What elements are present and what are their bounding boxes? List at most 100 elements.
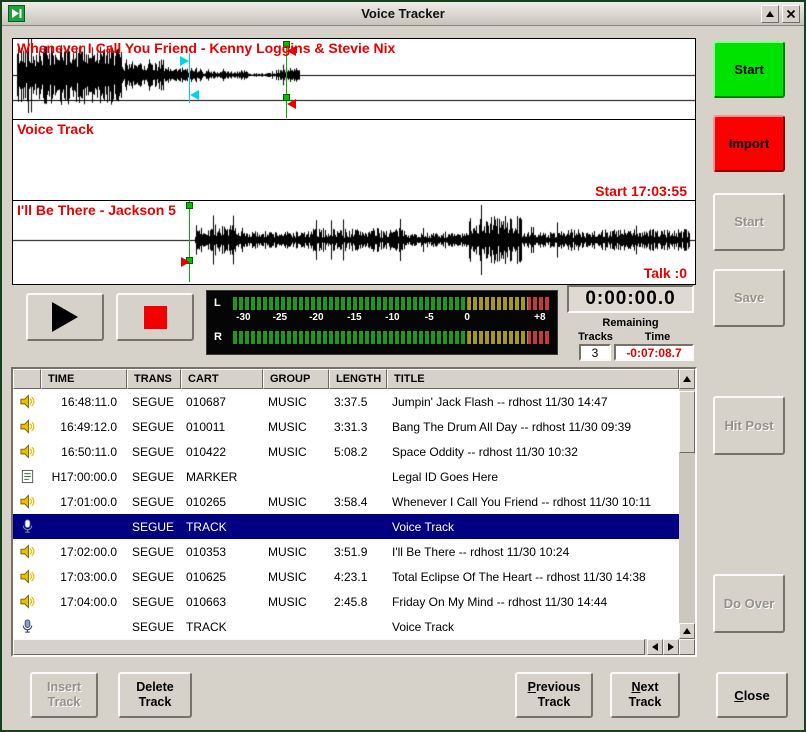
insert-track-button[interactable]: Insert Track [30,672,98,718]
fade-marker-handle-icon[interactable] [190,90,199,100]
table-row[interactable]: 17:02:00.0SEGUE010353MUSIC3:51.9I'll Be … [13,539,679,564]
column-header-cart[interactable]: CART [181,369,263,389]
meter-bar-left [233,297,550,310]
cell-time: 16:49:12.0 [41,420,127,434]
stop-button[interactable] [116,293,194,341]
cell-trans: SEGUE [127,445,181,459]
table-row[interactable]: SEGUETRACKVoice Track [13,614,679,639]
cell-group: MUSIC [263,395,329,409]
scroll-up-button[interactable] [679,369,695,389]
cell-group: MUSIC [263,445,329,459]
horizontal-scroll-thumb[interactable] [13,639,645,655]
start-disabled-button[interactable]: Start [713,193,785,251]
do-over-button[interactable]: Do Over [713,574,785,633]
remaining-time-label: Time [630,331,685,343]
scroll-up-icon [683,628,691,634]
waveform-panel-previous-cart[interactable]: Whenever I Call You Friend - Kenny Loggi… [13,39,695,120]
cell-length: 3:37.5 [329,395,387,409]
horizontal-scrollbar[interactable] [13,639,679,655]
scroll-up-button-bottom[interactable] [679,623,695,639]
meter-scale-label: -5 [425,312,434,323]
vertical-scrollbar[interactable] [679,369,695,655]
table-row[interactable]: SEGUETRACKVoice Track [13,514,679,539]
column-header-length[interactable]: LENGTH [329,369,387,389]
meter-scale-label: -15 [347,312,361,323]
log-event-table: TIME TRANS CART GROUP LENGTH TITLE 16:48… [11,367,697,657]
window-title: Voice Tracker [2,6,804,21]
end-marker-handle-icon[interactable] [287,99,296,109]
fade-marker-handle-icon[interactable] [180,56,189,66]
speaker-icon [13,394,41,409]
column-header-group[interactable]: GROUP [263,369,329,389]
cell-length: 3:58.4 [329,495,387,509]
speaker-icon [13,569,41,584]
cell-trans: SEGUE [127,570,181,584]
meter-scale-label: -30 [236,312,250,323]
previous-track-button[interactable]: Previous Track [515,672,593,718]
save-button[interactable]: Save [713,269,785,327]
talk-marker-handle-icon[interactable] [181,257,190,267]
cell-title: Total Eclipse Of The Heart -- rdhost 11/… [387,570,679,584]
vertical-scroll-thumb[interactable] [679,391,695,453]
table-row[interactable]: 16:49:12.0SEGUE010011MUSIC3:31.3Bang The… [13,414,679,439]
scroll-right-button[interactable] [663,639,679,655]
cell-cart: MARKER [181,470,263,484]
titlebar[interactable]: Voice Tracker [2,2,804,26]
cell-trans: SEGUE [127,520,181,534]
waveform-panel-next-cart[interactable]: I'll Be There - Jackson 5 Talk :0 [13,201,695,282]
waveform-panel-voice-track[interactable]: Voice Track Start 17:03:55 [13,120,695,201]
delete-track-button[interactable]: Delete Track [118,672,192,718]
import-button[interactable]: Import [713,115,785,172]
cell-length: 3:51.9 [329,545,387,559]
table-row[interactable]: 17:03:00.0SEGUE010625MUSIC4:23.1Total Ec… [13,564,679,589]
remaining-label: Remaining [567,317,694,329]
cell-group: MUSIC [263,545,329,559]
remaining-time-value: -0:07:08.7 [614,344,694,361]
voice-track-start-time: Start 17:03:55 [595,183,687,199]
table-row[interactable]: 17:01:00.0SEGUE010265MUSIC3:58.4Whenever… [13,489,679,514]
start-marker-handle[interactable] [186,202,193,209]
cell-trans: SEGUE [127,620,181,634]
start-record-button[interactable]: Start [713,41,785,98]
start-marker-line[interactable] [189,201,190,282]
cell-group: MUSIC [263,495,329,509]
cell-title: Space Oddity -- rdhost 11/30 10:32 [387,445,679,459]
cell-trans: SEGUE [127,470,181,484]
column-header-time[interactable]: TIME [41,369,127,389]
table-row[interactable]: 17:04:00.0SEGUE010663MUSIC2:45.8Friday O… [13,589,679,614]
cell-trans: SEGUE [127,495,181,509]
speaker-icon [13,419,41,434]
table-row[interactable]: H17:00:00.0SEGUEMARKERLegal ID Goes Here [13,464,679,489]
meter-scale: -30-25-20-15-10-50+8 [233,312,550,326]
microphone-icon [13,619,41,634]
column-header-trans[interactable]: TRANS [127,369,181,389]
cell-cart: 010011 [181,420,263,434]
track-title-previous: Whenever I Call You Friend - Kenny Loggi… [17,40,395,56]
remaining-tracks-label: Tracks [568,331,623,343]
speaker-icon [13,494,41,509]
window-close-button[interactable] [782,5,800,23]
cell-title: Voice Track [387,520,679,534]
cell-cart: 010422 [181,445,263,459]
column-header-title[interactable]: TITLE [387,369,679,389]
scrollbar-corner [679,639,695,655]
stop-icon [144,306,167,329]
column-header-icon[interactable] [13,369,41,389]
hit-post-button[interactable]: Hit Post [713,396,785,455]
waveform-stack: Whenever I Call You Friend - Kenny Loggi… [12,38,696,285]
play-button[interactable] [26,293,104,341]
cell-group: MUSIC [263,420,329,434]
track-title-next: I'll Be There - Jackson 5 [17,202,176,218]
scroll-left-button[interactable] [647,639,663,655]
maximize-button[interactable] [761,5,779,23]
close-button[interactable]: Close [716,672,788,718]
next-track-button[interactable]: Next Track [610,672,680,718]
table-row[interactable]: 16:48:11.0SEGUE010687MUSIC3:37.5Jumpin' … [13,389,679,414]
cell-length: 4:23.1 [329,570,387,584]
speaker-icon [13,544,41,559]
cell-title: Friday On My Mind -- rdhost 11/30 14:44 [387,595,679,609]
audio-level-meter: L -30-25-20-15-10-50+8 R [206,290,558,355]
meter-scale-label: -20 [309,312,323,323]
table-row[interactable]: 16:50:11.0SEGUE010422MUSIC5:08.2Space Od… [13,439,679,464]
scroll-left-icon [652,643,658,651]
